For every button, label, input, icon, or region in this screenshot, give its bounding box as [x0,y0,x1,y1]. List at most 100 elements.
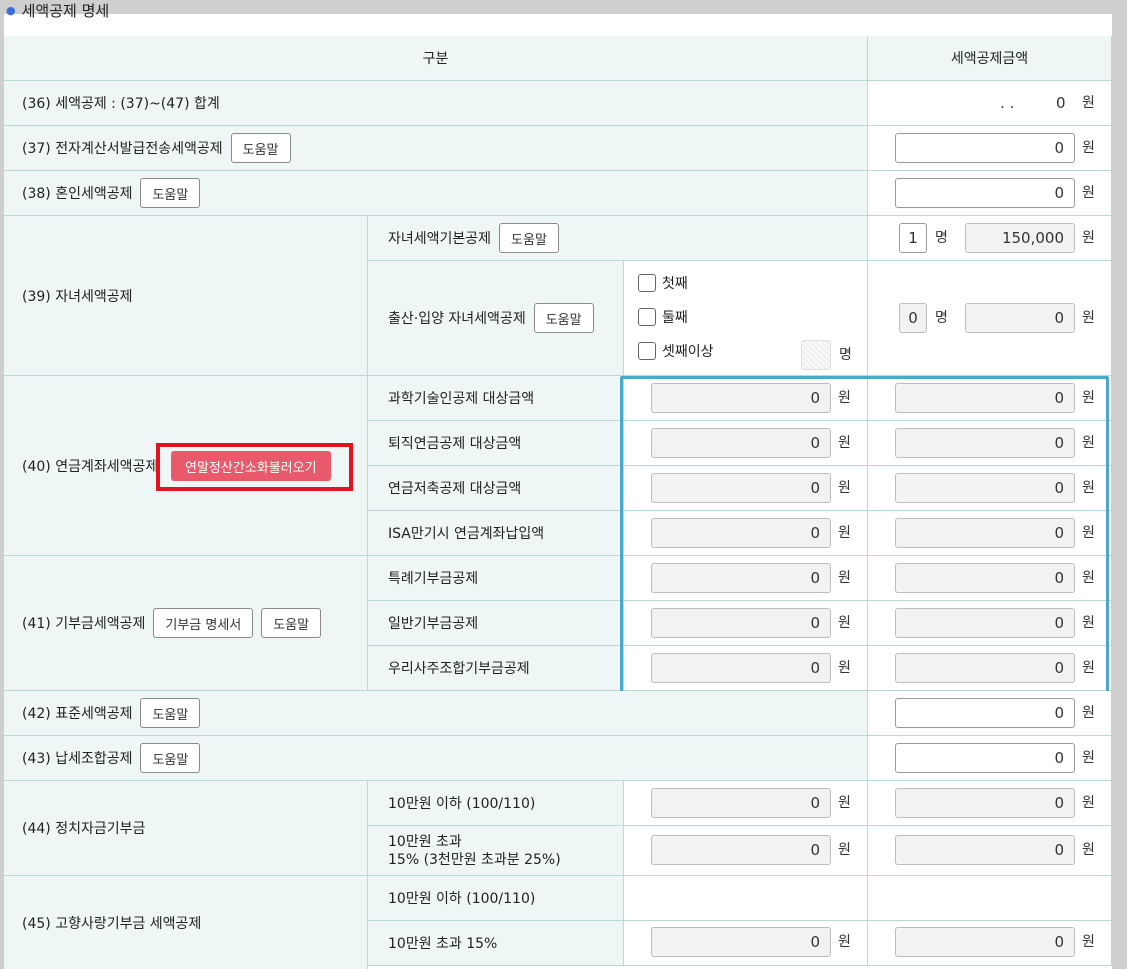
checkbox-third-plus[interactable]: 셋째이상 [638,341,714,361]
row-44-item-2-amount-unit: 원 [1082,842,1095,858]
row-37-input[interactable]: 0 [895,133,1075,163]
row-39-basic-count-input[interactable]: 1 [899,223,927,253]
row-45-item-2-amount: 0 [895,927,1075,957]
row-43-label: (43) 납세조합공제 도움말 [4,736,868,781]
header-amount: 세액공제금액 [868,36,1112,81]
row-44-item-1-text: 10만원 이하 (100/110) [388,796,536,812]
row-42-input[interactable]: 0 [895,698,1075,728]
row-44-item-1-amount: 0 [895,788,1075,818]
row-36-unit: 원 [1082,95,1095,111]
row-41-item-3: 우리사주조합기부금공제 [368,646,624,691]
row-36-amount [868,81,1112,126]
row-36-text: (36) 세액공제 : (37)~(47) 합계 [22,96,220,112]
row-44-item-2-text-line1: 10만원 초과 [388,833,462,850]
header-amount-text: 세액공제금액 [950,51,1029,67]
row-40-item-3: 연금저축공제 대상금액 [368,466,624,511]
row-39-birth-count-field: 0 [899,303,927,333]
row-41-text: (41) 기부금세액공제 [22,616,146,632]
row-39-text: (39) 자녀세액공제 [22,288,133,305]
row-41-item-2: 일반기부금공제 [368,601,624,646]
row-36-value: 0 [1056,94,1066,112]
row-39-basic-unit: 원 [1082,230,1095,246]
row-40-item-4: ISA만기시 연금계좌납입액 [368,511,624,556]
row-44-label: (44) 정치자금기부금 [4,781,368,876]
donation-detail-button[interactable]: 기부금 명세서 [153,608,254,638]
row-45-item-2-target-unit: 원 [838,934,851,950]
row-44-item-1-target: 0 [651,788,831,818]
row-42-help-button[interactable]: 도움말 [140,698,201,728]
row-39-basic-amount-field: 150,000 [965,223,1075,253]
row-43-help-button[interactable]: 도움말 [140,743,201,773]
row-45-item-2: 10만원 초과 15% [368,921,624,966]
row-39-birth-amount-field: 0 [965,303,1075,333]
row-39-birth-label: 출산·입양 자녀세액공제 도움말 [368,261,624,376]
row-39-birth-help-button[interactable]: 도움말 [533,303,594,333]
section-title-text: 세액공제 명세 [21,2,110,20]
row-36-dots: . . [1000,94,1015,112]
checkbox-first-box[interactable] [638,274,656,292]
row-44-item-1-amount-unit: 원 [1082,795,1095,811]
row-45-item-1-amount-cell [868,876,1112,921]
tax-credit-table: 구분 세액공제금액 (36) 세액공제 : (37)~(47) 합계 . . 0… [4,14,1112,969]
row-43-input[interactable]: 0 [895,743,1075,773]
row-44-item-2-target: 0 [651,835,831,865]
row-42-text: (42) 표준세액공제 [22,706,133,722]
row-45-text: (45) 고향사랑기부금 세액공제 [22,916,202,932]
checkbox-first[interactable]: 첫째 [638,273,688,293]
row-45-item-1-text: 10만원 이하 (100/110) [388,891,536,907]
row-39-basic-text: 자녀세액기본공제 [388,231,492,247]
row-40-item-2-text: 퇴직연금공제 대상금액 [388,436,522,452]
row-44-text: (44) 정치자금기부금 [22,821,146,837]
row-40-item-1-text: 과학기술인공제 대상금액 [388,391,535,407]
row-39-birth-unit: 원 [1082,310,1095,326]
row-37-unit: 원 [1082,140,1095,156]
row-39-birth-count-unit: 명 [935,310,948,326]
row-40-text: (40) 연금계좌세액공제 [22,458,159,475]
row-38-help-button[interactable]: 도움말 [140,178,201,208]
row-44-item-2-text-line2: 15% (3천만원 초과분 25%) [388,851,561,868]
row-40-item-4-text: ISA만기시 연금계좌납입액 [388,526,545,542]
third-plus-count-unit: 명 [839,347,852,363]
row-41-item-1-text: 특례기부금공제 [388,571,479,587]
row-40-item-3-text: 연금저축공제 대상금액 [388,481,522,497]
row-43-text: (43) 납세조합공제 [22,751,133,767]
row-45-item-1: 10만원 이하 (100/110) [368,876,624,921]
row-45-item-1-target-cell [624,876,868,921]
third-plus-count-input [801,340,831,370]
row-37-text: (37) 전자계산서발급전송세액공제 [22,141,223,157]
checkbox-first-label: 첫째 [662,276,688,292]
row-38-label: (38) 혼인세액공제 도움말 [4,171,868,216]
row-37-help-button[interactable]: 도움말 [230,133,291,163]
row-36-label: (36) 세액공제 : (37)~(47) 합계 [4,81,868,126]
row-44-item-1-target-unit: 원 [838,795,851,811]
row-38-unit: 원 [1082,185,1095,201]
row-37-label: (37) 전자계산서발급전송세액공제 도움말 [4,126,868,171]
checkbox-third-plus-box[interactable] [638,342,656,360]
header-category: 구분 [4,36,868,81]
row-45-label: (45) 고향사랑기부금 세액공제 [4,876,368,969]
highlight-blue-box [620,376,1109,697]
row-41-label: (41) 기부금세액공제 기부금 명세서 도움말 [4,556,368,691]
checkbox-second[interactable]: 둘째 [638,307,688,327]
highlight-red-box [156,443,353,491]
row-39-basic-count-unit: 명 [935,230,948,246]
checkbox-second-box[interactable] [638,308,656,326]
row-44-item-1: 10만원 이하 (100/110) [368,781,624,826]
row-45-item-2-amount-unit: 원 [1082,934,1095,950]
row-40-item-1: 과학기술인공제 대상금액 [368,376,624,421]
row-42-label: (42) 표준세액공제 도움말 [4,691,868,736]
row-39-birth-text: 출산·입양 자녀세액공제 [388,311,526,327]
row-39-basic-label: 자녀세액기본공제 도움말 [368,216,868,261]
section-title: ● 세액공제 명세 [6,0,109,22]
row-38-input[interactable]: 0 [895,178,1075,208]
row-44-item-2-target-unit: 원 [838,842,851,858]
row-39-basic-help-button[interactable]: 도움말 [499,223,559,253]
row-43-unit: 원 [1082,750,1095,766]
row-44-item-2-amount: 0 [895,835,1075,865]
checkbox-third-plus-label: 셋째이상 [662,344,714,360]
row-41-item-3-text: 우리사주조합기부금공제 [388,661,530,677]
row-41-help-button[interactable]: 도움말 [261,608,322,638]
row-38-text: (38) 혼인세액공제 [22,186,133,202]
checkbox-second-label: 둘째 [662,310,688,326]
row-45-item-2-text: 10만원 초과 15% [388,936,498,952]
